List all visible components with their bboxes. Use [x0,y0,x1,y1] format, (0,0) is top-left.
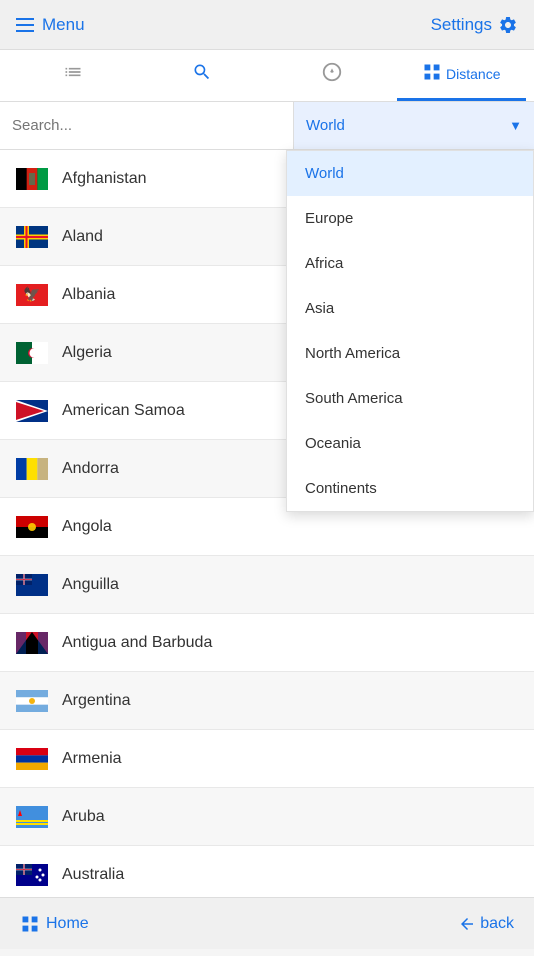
region-dropdown[interactable]: World ▼ [294,102,534,149]
tab-distance[interactable]: Distance [397,50,527,101]
country-name: Afghanistan [62,170,147,188]
flag-icon [16,516,48,538]
dropdown-option-world[interactable]: World [287,151,533,196]
country-name: Albania [62,286,115,304]
search-input-wrap[interactable] [0,102,294,149]
flag-icon [16,458,48,480]
country-name: Aland [62,228,103,246]
flag-icon [16,748,48,770]
grid-icon [422,62,442,87]
list-item[interactable]: Australia [0,846,534,904]
flag-icon [16,806,48,828]
flag-icon [16,864,48,886]
bottom-nav: Home back [0,897,534,949]
dropdown-option-asia[interactable]: Asia [287,286,533,331]
gear-icon [498,15,518,35]
country-name: Argentina [62,692,131,710]
circle-icon [321,61,343,88]
list-icon [63,62,83,87]
chevron-down-icon: ▼ [509,118,522,133]
country-name: Antigua and Barbuda [62,634,212,652]
dropdown-option-europe[interactable]: Europe [287,196,533,241]
tab-distance-label: Distance [446,66,500,82]
back-label: back [480,915,514,933]
flag-icon [16,342,48,364]
home-button[interactable]: Home [20,914,89,934]
flag-icon [16,400,48,422]
back-arrow-icon [458,915,476,933]
dropdown-option-continents[interactable]: Continents [287,466,533,511]
country-name: American Samoa [62,402,185,420]
dropdown-option-oceania[interactable]: Oceania [287,421,533,466]
settings-label: Settings [431,15,492,35]
list-item[interactable]: Antigua and Barbuda [0,614,534,672]
tab-list[interactable] [8,50,138,101]
list-item[interactable]: Anguilla [0,556,534,614]
dropdown-option-africa[interactable]: Africa [287,241,533,286]
dropdown-selected-label: World [306,117,509,134]
list-item[interactable]: Argentina [0,672,534,730]
search-input[interactable] [12,117,281,134]
tab-bar: Distance [0,50,534,102]
country-name: Armenia [62,750,122,768]
list-item[interactable]: Aruba [0,788,534,846]
flag-icon [16,690,48,712]
dropdown-option-north-america[interactable]: North America [287,331,533,376]
tab-circle[interactable] [267,50,397,101]
back-button[interactable]: back [458,915,514,933]
country-name: Anguilla [62,576,119,594]
flag-icon [16,226,48,248]
country-name: Australia [62,866,124,884]
home-label: Home [46,915,89,933]
search-icon [192,62,212,87]
flag-icon [16,632,48,654]
menu-label: Menu [42,15,85,35]
list-item[interactable]: Armenia [0,730,534,788]
country-name: Andorra [62,460,119,478]
tab-search[interactable] [138,50,268,101]
hamburger-icon [16,18,34,32]
menu-button[interactable]: Menu [16,15,85,35]
home-icon [20,914,40,934]
dropdown-menu: World Europe Africa Asia North America S… [286,150,534,512]
country-name: Aruba [62,808,105,826]
search-row: World ▼ World Europe Africa Asia North A… [0,102,534,150]
top-bar: Menu Settings [0,0,534,50]
flag-icon: 🦅 [16,284,48,306]
dropdown-option-south-america[interactable]: South America [287,376,533,421]
settings-button[interactable]: Settings [431,15,518,35]
flag-icon [16,574,48,596]
country-name: Angola [62,518,112,536]
flag-icon [16,168,48,190]
svg-text:🦅: 🦅 [23,285,40,303]
country-name: Algeria [62,344,112,362]
